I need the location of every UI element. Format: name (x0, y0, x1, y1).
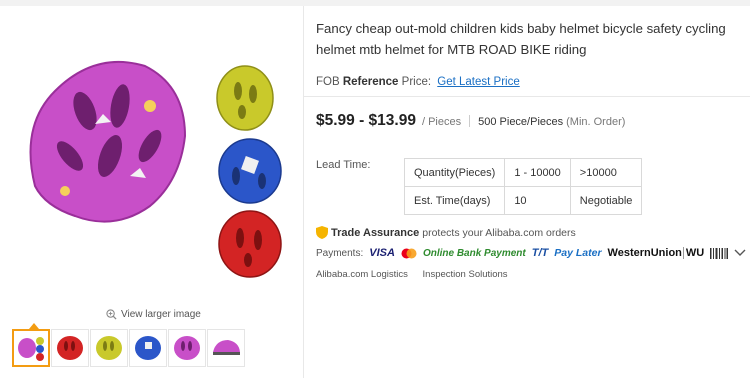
product-gallery: View larger image (0, 6, 304, 378)
table-row: Quantity(Pieces) 1 - 10000 >10000 (403, 158, 643, 187)
lead-time-label: Lead Time: (316, 159, 371, 171)
thumbnail-pink-helmet-side[interactable] (207, 329, 245, 367)
chevron-down-icon[interactable] (734, 249, 746, 257)
view-larger-link[interactable]: View larger image (106, 309, 201, 320)
view-larger-label: View larger image (121, 309, 201, 320)
price-separator (469, 115, 471, 127)
table-cell: Est. Time(days) (403, 186, 506, 215)
table-row: Est. Time(days) 10 Negotiable (403, 186, 643, 215)
table-cell: 10 (504, 186, 571, 215)
trade-assurance[interactable]: Trade Assurance protects your Alibaba.co… (316, 226, 576, 239)
visa-icon: VISA (369, 247, 395, 259)
shield-icon (316, 226, 328, 239)
product-info: Fancy cheap out-mold children kids baby … (304, 6, 750, 378)
red-helmet-icon (218, 210, 282, 278)
table-cell: Quantity(Pieces) (403, 158, 506, 187)
price-unit: / Pieces (421, 116, 462, 128)
lead-time-table: Quantity(Pieces) 1 - 10000 >10000 Est. T… (403, 158, 643, 215)
ref-suffix: Price: (401, 76, 432, 88)
reference-price: FOB Reference Price: Get Latest Price (316, 76, 520, 88)
barcode-icon (710, 247, 729, 259)
yellow-helmet-icon (216, 65, 274, 131)
pink-helmet-icon (29, 60, 187, 223)
thumbnail-strip (12, 329, 246, 367)
inspection-link[interactable]: Inspection Solutions (423, 269, 508, 280)
divider (304, 96, 750, 97)
thumbnail-blue-helmet[interactable] (129, 329, 167, 367)
red-helmet-icon (57, 336, 83, 360)
table-cell: 1 - 10000 (504, 158, 571, 187)
trade-assurance-title: Trade Assurance (331, 226, 420, 239)
blue-helmet-icon (135, 336, 161, 360)
ref-prefix: FOB (316, 76, 340, 88)
western-union-icon: WesternUnion (607, 247, 682, 259)
thumbnail-pink-helmet-set[interactable] (12, 329, 50, 367)
get-latest-price-link[interactable]: Get Latest Price (437, 76, 519, 88)
thumbnail-red-helmet[interactable] (51, 329, 89, 367)
logistics-link[interactable]: Alibaba.com Logistics (316, 269, 408, 280)
tt-icon: T/T (531, 247, 549, 259)
main-product-image[interactable] (10, 16, 300, 301)
thumbnail-yellow-helmet[interactable] (90, 329, 128, 367)
price-row: $5.99 - $13.99 / Pieces 500 Piece/Pieces… (316, 112, 625, 130)
mastercard-icon (401, 248, 417, 258)
trade-assurance-text: protects your Alibaba.com orders (422, 226, 576, 239)
payments-row: Payments: VISA Online Bank Payment T/T P… (316, 247, 746, 259)
table-cell: Negotiable (569, 186, 643, 215)
min-order-quantity: 500 Piece/Pieces (478, 116, 564, 128)
min-order-note: (Min. Order) (566, 116, 626, 128)
table-cell: >10000 (569, 158, 643, 187)
yellow-helmet-icon (96, 336, 122, 360)
online-bank-payment-icon: Online Bank Payment (422, 247, 526, 259)
zoom-icon (106, 309, 117, 320)
blue-helmet-icon (218, 138, 282, 204)
pink-helmet-side-icon (213, 340, 240, 355)
payments-label: Payments: (316, 247, 364, 259)
product-title: Fancy cheap out-mold children kids baby … (316, 21, 726, 57)
pink-helmet-set-icon (18, 337, 44, 361)
thumbnail-pink-helmet[interactable] (168, 329, 206, 367)
wu-icon: WU (682, 247, 704, 259)
price-amount: $5.99 - $13.99 (316, 112, 416, 129)
pink-helmet-icon (174, 336, 200, 360)
ref-bold: Reference (342, 76, 399, 88)
service-links: Alibaba.com Logistics Inspection Solutio… (316, 269, 520, 280)
pay-later-icon: Pay Later (554, 247, 602, 259)
